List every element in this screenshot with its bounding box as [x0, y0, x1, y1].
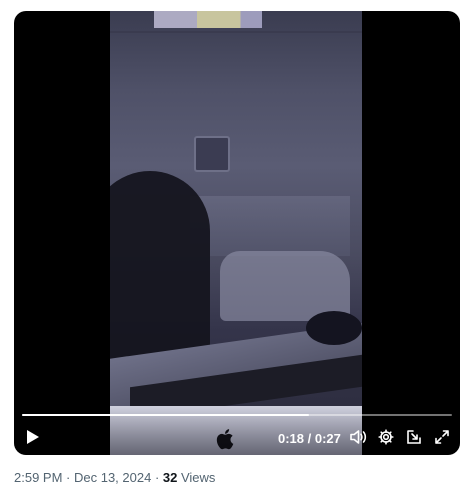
play-button[interactable] [22, 429, 44, 449]
video-frame[interactable] [110, 11, 362, 455]
picture-in-picture-icon [406, 429, 422, 450]
volume-button[interactable] [348, 428, 370, 450]
tweet-media-card: 0:18 / 0:27 2:59 PM · Dec 13, 2024 · 32 … [0, 0, 474, 498]
picture-in-picture-button[interactable] [403, 428, 425, 450]
background-shelf [190, 196, 350, 256]
tweet-date[interactable]: Dec 13, 2024 [74, 470, 151, 485]
progress-fill [22, 414, 309, 416]
views-count[interactable]: 32 [163, 470, 177, 485]
progress-bar[interactable] [22, 414, 452, 416]
volume-icon [350, 429, 368, 450]
fullscreen-button[interactable] [431, 428, 453, 450]
wall-edge [110, 31, 362, 33]
mouse [306, 311, 362, 345]
tweet-metadata: 2:59 PM · Dec 13, 2024 · 32 Views [14, 470, 215, 486]
views-label: Views [177, 470, 216, 485]
ceiling-light [154, 11, 262, 28]
tweet-time[interactable]: 2:59 PM [14, 470, 62, 485]
meta-separator: · [151, 470, 163, 485]
background-monitor [194, 136, 230, 172]
play-icon [26, 429, 40, 450]
current-time: 0:18 [278, 431, 305, 446]
time-display: 0:18 / 0:27 [278, 430, 341, 448]
meta-separator: · [62, 470, 74, 485]
gear-icon [378, 428, 394, 450]
duration: 0:27 [314, 431, 341, 446]
fullscreen-icon [434, 429, 450, 450]
video-player[interactable]: 0:18 / 0:27 [14, 11, 460, 455]
settings-button[interactable] [375, 428, 397, 450]
time-separator: / [304, 431, 315, 446]
